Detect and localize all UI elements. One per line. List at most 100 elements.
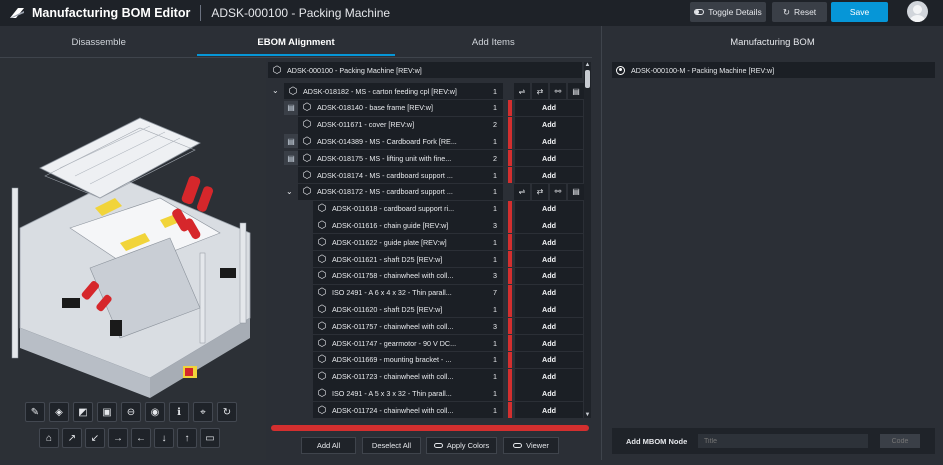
ebom-row[interactable]: ⬡ ADSK-011724 - chainwheel with coll... 1 [313, 402, 503, 419]
status-indicator [508, 116, 512, 133]
add-button[interactable]: Add [515, 167, 583, 183]
save-button[interactable]: Save [831, 2, 888, 22]
zoom-out-icon[interactable]: ⊖ [121, 402, 141, 422]
add-button[interactable]: Add [515, 402, 583, 419]
add-button[interactable]: Add [515, 351, 583, 368]
arrow-right-icon[interactable]: → [108, 428, 128, 448]
add-button[interactable]: Add [515, 301, 583, 318]
ebom-row[interactable]: ⬡ ADSK-018140 - base frame [REV:w] 1 [298, 99, 503, 116]
add-button[interactable]: Add [515, 318, 583, 335]
mbom-code-input[interactable] [880, 434, 920, 448]
measure-icon[interactable]: ✎ [25, 402, 45, 422]
add-button[interactable]: Add [515, 385, 583, 402]
ebom-row[interactable]: ⬡ ADSK-011669 - mounting bracket - ... 1 [313, 351, 503, 368]
scroll-thumb[interactable] [585, 70, 590, 88]
ebom-row[interactable]: ⬡ ADSK-018172 - MS - cardboard support ..… [298, 183, 503, 200]
ebom-row[interactable]: ⬡ ADSK-011671 - cover [REV:w] 2 [298, 116, 503, 133]
app-header: Manufacturing BOM Editor ADSK-000100 - P… [0, 0, 943, 26]
toggle-details-button[interactable]: Toggle Details [690, 2, 766, 22]
mbom-root-row[interactable]: ADSK-000100-M - Packing Machine [REV:w] [612, 62, 935, 78]
ebom-row[interactable]: ⬡ ADSK-011616 - chain guide [REV:w] 3 [313, 217, 503, 234]
add-button[interactable]: Add [515, 368, 583, 385]
arrow-left-icon[interactable]: ← [131, 428, 151, 448]
add-button[interactable]: Add [515, 133, 583, 150]
sort-icon[interactable]: ⇌ [514, 83, 530, 99]
add-button[interactable]: Add [515, 234, 583, 251]
chart-icon[interactable]: ▤ [568, 83, 584, 99]
section-icon[interactable]: ◩ [73, 402, 93, 422]
apply-colors-button[interactable]: Apply Colors [426, 437, 497, 454]
ebom-row-qty: 2 [493, 120, 497, 130]
ebom-row-qty: 1 [493, 304, 497, 314]
link-icon[interactable]: ⚯ [550, 183, 566, 200]
ebom-root-row[interactable]: ⬡ ADSK-000100 - Packing Machine [REV:w] [268, 62, 582, 78]
fit-icon[interactable]: ⌖ [193, 402, 213, 422]
arrow-down-left-icon[interactable]: ↙ [85, 428, 105, 448]
ebom-row[interactable]: ⬡ ADSK-011723 - chainwheel with coll... 1 [313, 368, 503, 385]
radio-selected-icon[interactable] [616, 65, 625, 75]
visibility-icon[interactable]: ◉ [145, 402, 165, 422]
tab-ebom-alignment[interactable]: EBOM Alignment [197, 26, 395, 58]
chart-icon[interactable]: ▤ [284, 151, 298, 166]
ebom-row[interactable]: ⬡ ADSK-014389 - MS - Cardboard Fork [RE..… [298, 133, 503, 150]
assembly-controls: ⇌ ⇄ ⚯ ▤ [514, 183, 584, 200]
scroll-down-icon[interactable]: ▼ [584, 412, 591, 418]
info-icon[interactable]: ℹ [169, 402, 189, 422]
viewer-label: Viewer [526, 441, 549, 450]
3d-viewer[interactable]: ✎ ◈ ◩ ▣ ⊖ ◉ ℹ ⌖ ↻ ⌂ ↗ ↙ → ← ↓ ↑ ▭ [0, 58, 266, 460]
home-icon[interactable]: ⌂ [39, 428, 59, 448]
add-button[interactable]: Add [515, 200, 583, 217]
deselect-all-button[interactable]: Deselect All [362, 437, 421, 454]
arrow-down-icon[interactable]: ↓ [154, 428, 174, 448]
ebom-row[interactable]: ⬡ ADSK-011747 - gearmotor - 90 V DC... 1 [313, 335, 503, 351]
tab-disassemble[interactable]: Disassemble [0, 26, 197, 58]
status-indicator [508, 402, 512, 419]
machine-model-render [11, 117, 251, 398]
add-button[interactable]: Add [515, 267, 583, 284]
ebom-root-label: ADSK-000100 - Packing Machine [REV:w] [287, 65, 422, 75]
rotate-icon[interactable]: ↻ [217, 402, 237, 422]
mbom-title-input[interactable] [698, 434, 868, 448]
viewer-button[interactable]: Viewer [503, 437, 559, 454]
arrow-up-right-icon[interactable]: ↗ [62, 428, 82, 448]
status-indicator [508, 167, 512, 183]
link-icon[interactable]: ⚯ [550, 83, 566, 99]
add-button[interactable]: Add [515, 99, 583, 116]
explode-icon[interactable]: ◈ [49, 402, 69, 422]
add-all-button[interactable]: Add All [301, 437, 356, 454]
chevron-down-icon[interactable]: ⌄ [272, 86, 279, 95]
add-button[interactable]: Add [515, 150, 583, 167]
user-avatar[interactable] [907, 1, 928, 22]
status-indicator [508, 200, 512, 217]
ebom-row[interactable]: ⬡ ISO 2491 - A 5 x 3 x 32 - Thin parall..… [313, 385, 503, 402]
chart-icon[interactable]: ▤ [284, 100, 298, 115]
ebom-row[interactable]: ⬡ ADSK-011618 - cardboard support ri... 1 [313, 200, 503, 217]
markup-icon[interactable]: ▣ [97, 402, 117, 422]
tab-add-items[interactable]: Add Items [395, 26, 592, 58]
chevron-down-icon[interactable]: ⌄ [286, 187, 293, 196]
ebom-row[interactable]: ⬡ ADSK-011622 - guide plate [REV:w] 1 [313, 234, 503, 251]
ebom-row[interactable]: ⬡ ADSK-011620 - shaft D25 [REV:w] 1 [313, 301, 503, 318]
scroll-up-icon[interactable]: ▲ [584, 62, 591, 68]
chart-icon[interactable]: ▤ [568, 183, 584, 200]
add-button[interactable]: Add [515, 284, 583, 301]
ebom-row[interactable]: ⬡ ADSK-018182 - MS - carton feeding cpl [… [284, 83, 503, 99]
add-button[interactable]: Add [515, 217, 583, 234]
add-button[interactable]: Add [515, 335, 583, 351]
sort-icon[interactable]: ⇌ [514, 183, 530, 200]
add-button[interactable]: Add [515, 251, 583, 267]
folder-icon[interactable]: ▭ [200, 428, 220, 448]
ebom-scrollbar[interactable]: ▲ ▼ [584, 62, 591, 418]
ebom-row[interactable]: ⬡ ADSK-011621 - shaft D25 [REV:w] 1 [313, 251, 503, 267]
swap-icon[interactable]: ⇄ [532, 83, 548, 99]
reset-button[interactable]: ↻ Reset [772, 2, 827, 22]
ebom-row[interactable]: ⬡ ADSK-011757 - chainwheel with coll... 3 [313, 318, 503, 335]
ebom-row[interactable]: ⬡ ADSK-018174 - MS - cardboard support ..… [298, 167, 503, 183]
arrow-up-icon[interactable]: ↑ [177, 428, 197, 448]
ebom-row[interactable]: ⬡ ISO 2491 - A 6 x 4 x 32 - Thin parall..… [313, 284, 503, 301]
chart-icon[interactable]: ▤ [284, 134, 298, 149]
ebom-row[interactable]: ⬡ ADSK-018175 - MS - lifting unit with fi… [298, 150, 503, 167]
ebom-row[interactable]: ⬡ ADSK-011758 - chainwheel with coll... 3 [313, 267, 503, 284]
swap-icon[interactable]: ⇄ [532, 183, 548, 200]
add-button[interactable]: Add [515, 116, 583, 133]
